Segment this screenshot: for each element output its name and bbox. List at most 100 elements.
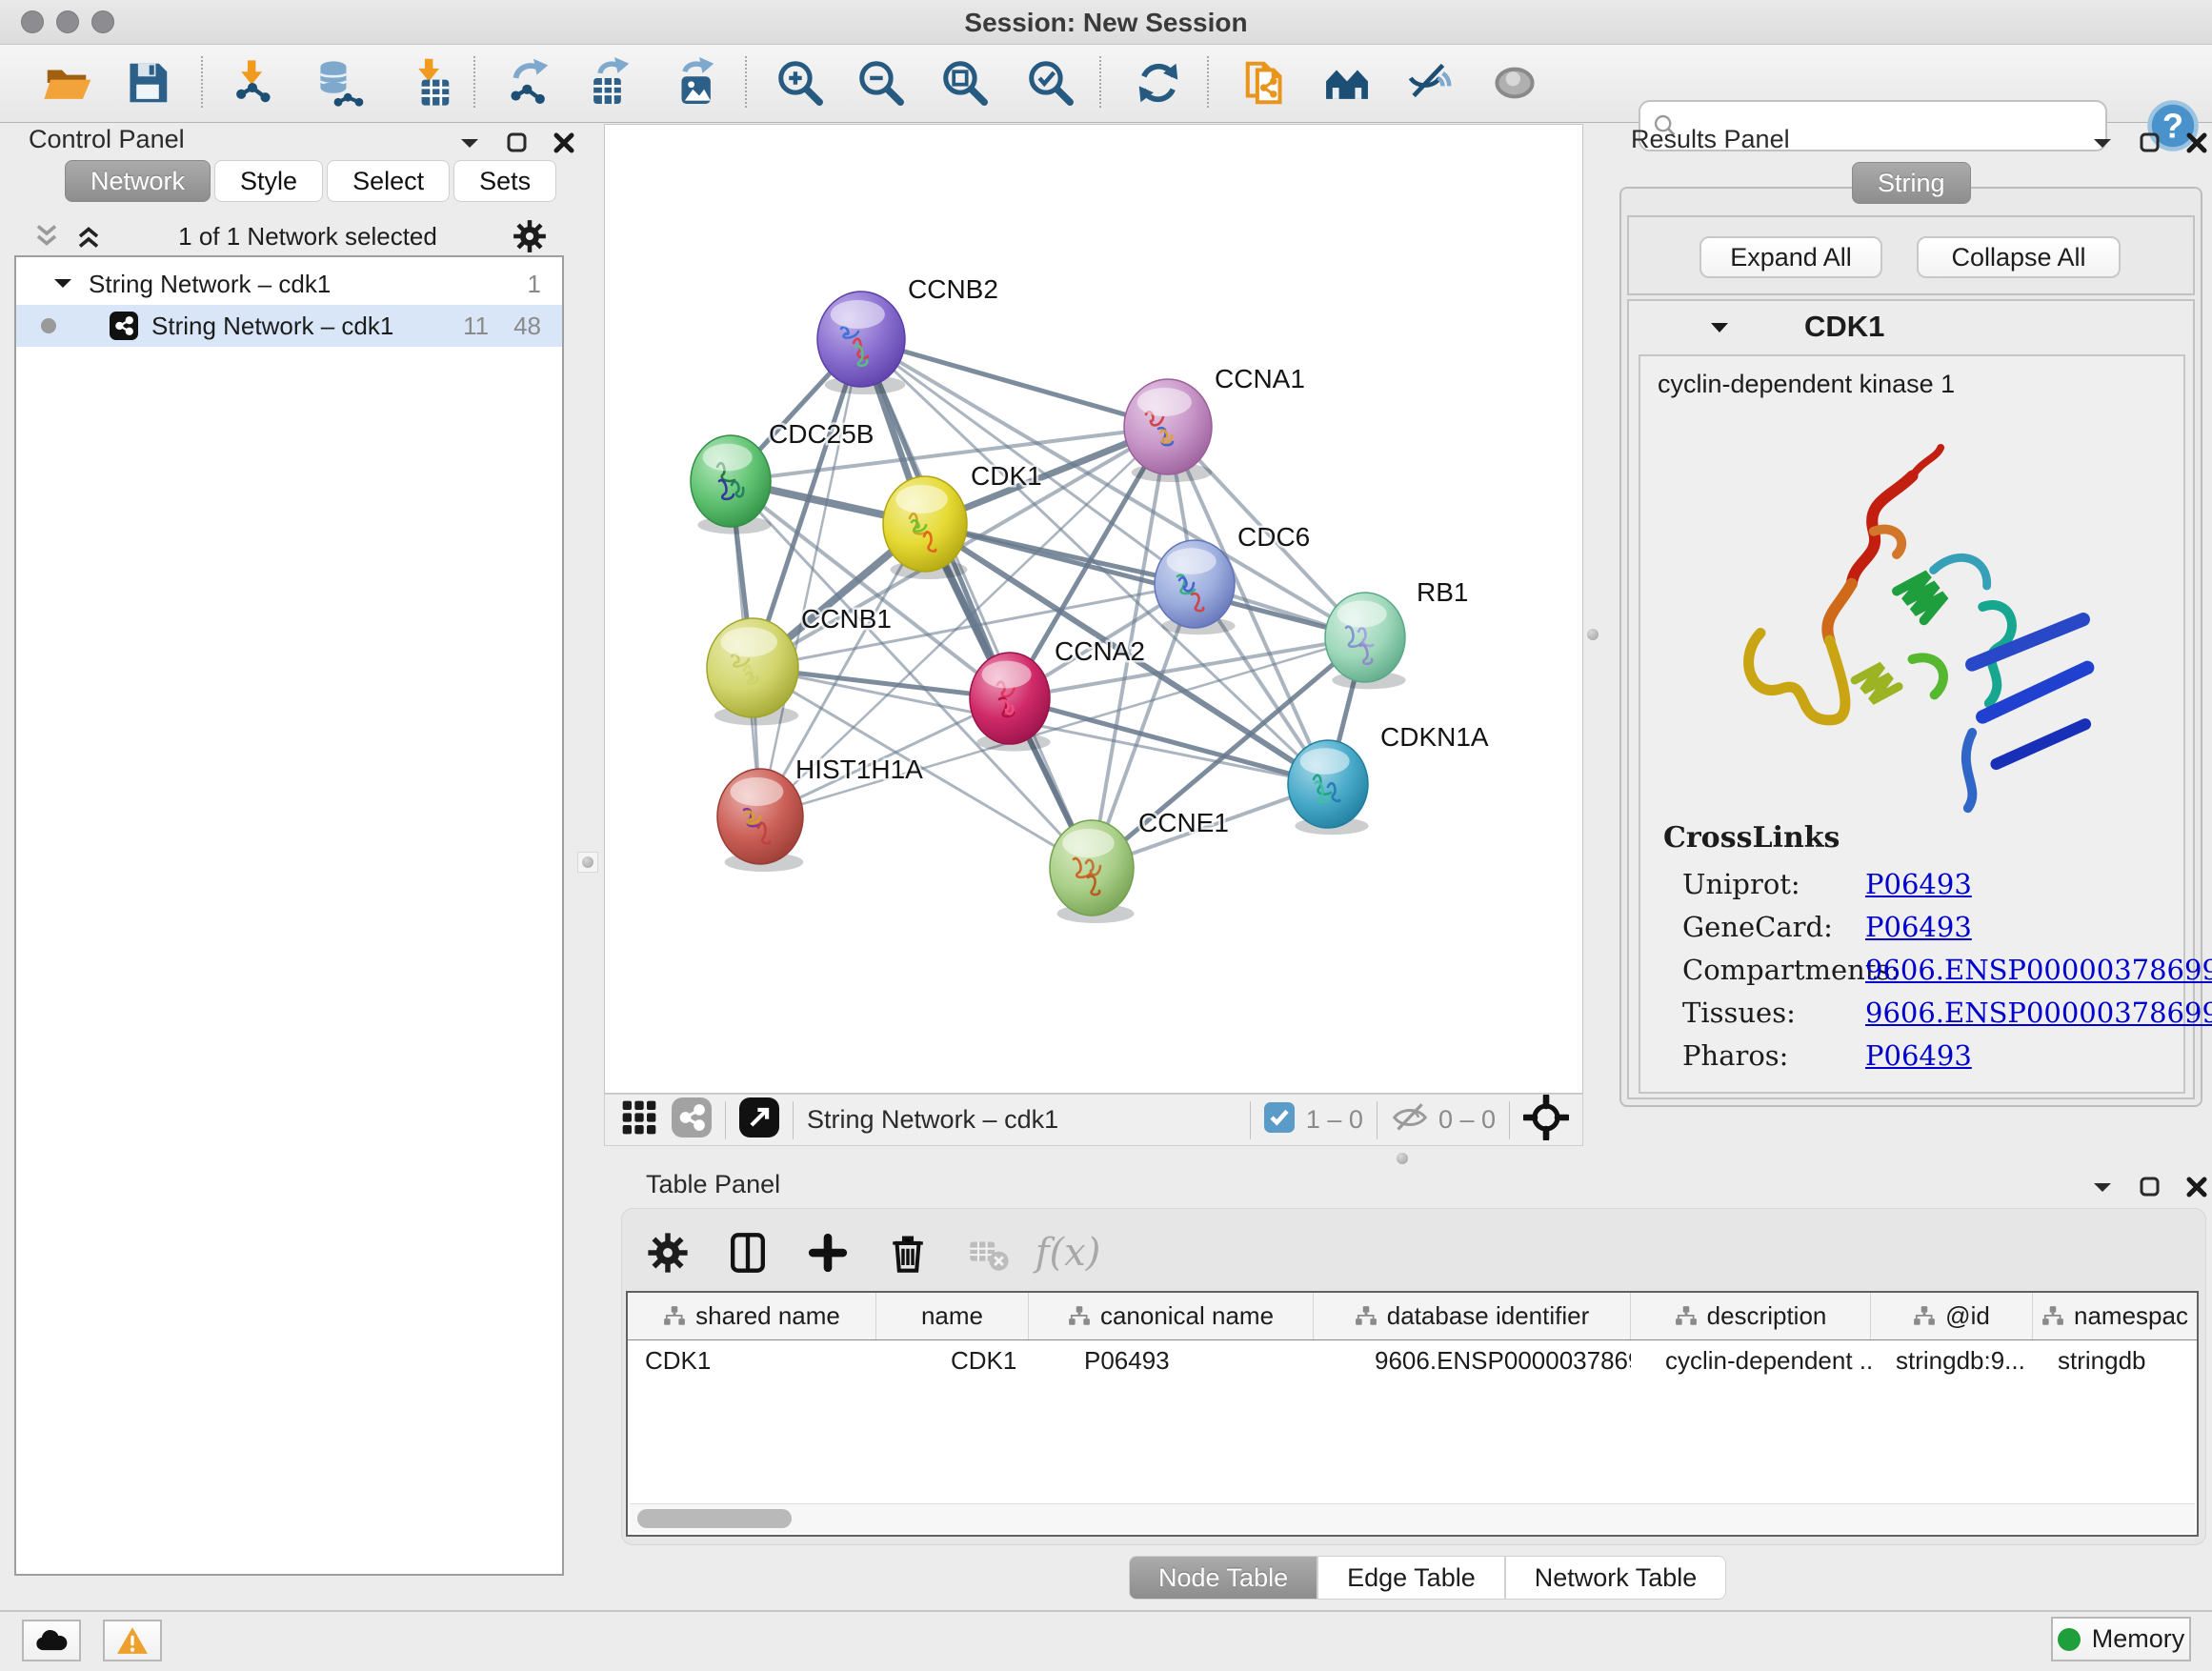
results-entry-header[interactable]: CDK1 xyxy=(1629,301,2193,352)
status-bar: Memory xyxy=(0,1610,2212,1671)
right-splitter-handle[interactable] xyxy=(1583,625,1602,644)
export-table-icon[interactable] xyxy=(574,50,645,116)
cloud-button[interactable] xyxy=(22,1620,81,1661)
delete-column-icon[interactable] xyxy=(881,1226,935,1279)
panel-close-icon[interactable] xyxy=(2185,131,2208,154)
column-header[interactable]: @id xyxy=(1871,1293,2033,1339)
panel-menu-icon[interactable] xyxy=(459,135,482,151)
tab-network-table[interactable]: Network Table xyxy=(1505,1556,1727,1600)
hide-panel-eye-icon[interactable] xyxy=(1395,50,1465,116)
panel-close-icon[interactable] xyxy=(2185,1176,2208,1198)
node-CDKN1A[interactable] xyxy=(1288,740,1369,835)
column-header[interactable]: canonical name xyxy=(1029,1293,1314,1339)
crosslink-value-link[interactable]: P06493 xyxy=(1865,863,1972,906)
edge-CCNB2-CCNE1[interactable] xyxy=(861,339,1092,868)
panel-float-icon[interactable] xyxy=(2140,1177,2161,1198)
node-CCNA1[interactable] xyxy=(1124,379,1212,482)
left-splitter-handle[interactable] xyxy=(577,852,598,873)
crosslink-value-link[interactable]: P06493 xyxy=(1865,1035,1972,1077)
zoom-fit-icon[interactable] xyxy=(930,50,1000,116)
export-network-icon[interactable] xyxy=(493,50,564,116)
table-horizontal-scrollbar[interactable] xyxy=(630,1503,2195,1533)
cell-name[interactable]: CDK1 xyxy=(876,1340,1029,1380)
panel-menu-icon[interactable] xyxy=(2092,1179,2115,1195)
tree-expander-icon[interactable] xyxy=(52,276,73,292)
node-CDK1[interactable] xyxy=(883,476,967,579)
import-network-icon[interactable] xyxy=(217,50,288,116)
node-CCNB1[interactable] xyxy=(707,618,798,725)
crosslink-value-link[interactable]: 9606.ENSP00000378699 xyxy=(1865,992,2212,1035)
node-HIST1H1A[interactable] xyxy=(717,769,803,872)
tab-select[interactable]: Select xyxy=(327,160,450,202)
collapse-all-chevron-icon[interactable] xyxy=(32,223,61,250)
edge-CCNB2-HIST1H1A[interactable] xyxy=(760,339,861,816)
zoom-selected-icon[interactable] xyxy=(1016,50,1086,116)
table-row[interactable]: CDK1 CDK1 P06493 9606.ENSP00000378699 cy… xyxy=(628,1340,2197,1380)
gear-icon[interactable] xyxy=(513,219,547,253)
column-header[interactable]: name xyxy=(876,1293,1029,1339)
window-title: Session: New Session xyxy=(0,8,2212,38)
open-in-window-icon[interactable] xyxy=(739,1097,779,1142)
export-image-icon[interactable] xyxy=(659,50,730,116)
expand-all-button[interactable]: Expand All xyxy=(1699,236,1882,278)
panel-float-icon[interactable] xyxy=(2140,132,2161,153)
tab-node-table[interactable]: Node Table xyxy=(1129,1556,1317,1600)
column-header[interactable]: description xyxy=(1631,1293,1871,1339)
show-columns-icon[interactable] xyxy=(721,1226,774,1279)
tab-style[interactable]: Style xyxy=(214,160,323,202)
memory-button[interactable]: Memory xyxy=(2051,1617,2191,1661)
column-header[interactable]: namespac xyxy=(2033,1293,2197,1339)
crosslink-value-link[interactable]: 9606.ENSP00000378699 xyxy=(1865,949,2212,992)
save-session-icon[interactable] xyxy=(112,50,183,116)
import-table-icon[interactable] xyxy=(394,50,465,116)
entry-collapse-icon[interactable] xyxy=(1709,319,1732,335)
node-CCNA2[interactable] xyxy=(970,653,1051,752)
grid-view-icon[interactable] xyxy=(620,1098,658,1141)
panel-close-icon[interactable] xyxy=(553,131,575,154)
clone-network-icon[interactable] xyxy=(1232,50,1302,116)
zoom-in-icon[interactable] xyxy=(765,50,835,116)
table-gear-icon[interactable] xyxy=(641,1226,694,1279)
cell-description[interactable]: cyclin-dependent ... xyxy=(1631,1340,1871,1380)
tab-edge-table[interactable]: Edge Table xyxy=(1317,1556,1505,1600)
cloud-icon xyxy=(34,1628,69,1653)
node-RB1[interactable] xyxy=(1325,593,1406,689)
import-database-icon[interactable] xyxy=(303,50,373,116)
column-header[interactable]: shared name xyxy=(628,1293,876,1339)
selected-nodes-checkbox-icon[interactable] xyxy=(1264,1102,1295,1137)
gene-name: CDK1 xyxy=(1804,310,1884,344)
hidden-eye-slash-icon[interactable] xyxy=(1391,1101,1429,1138)
scrollbar-thumb[interactable] xyxy=(637,1509,792,1528)
column-header[interactable]: database identifier xyxy=(1314,1293,1631,1339)
network-collection-row[interactable]: String Network – cdk1 1 xyxy=(16,263,562,305)
warning-button[interactable] xyxy=(103,1620,162,1661)
node-CDC6[interactable] xyxy=(1155,540,1236,634)
panel-menu-icon[interactable] xyxy=(2092,135,2115,151)
zoom-out-icon[interactable] xyxy=(846,50,916,116)
collapse-all-button[interactable]: Collapse All xyxy=(1917,236,2121,278)
horizontal-splitter-handle[interactable] xyxy=(1393,1149,1412,1168)
node-CDC25B[interactable] xyxy=(691,435,772,534)
network-share-icon[interactable] xyxy=(672,1097,712,1142)
open-session-icon[interactable] xyxy=(31,50,102,116)
cell-namespace[interactable]: stringdb xyxy=(2033,1340,2197,1380)
network-row-selected[interactable]: String Network – cdk1 11 48 xyxy=(16,305,562,347)
cell-canonical-name[interactable]: P06493 xyxy=(1029,1340,1314,1380)
crosslinks-list: Uniprot:P06493 GeneCard:P06493 Compartme… xyxy=(1682,863,2212,1077)
panel-float-icon[interactable] xyxy=(507,132,528,153)
crosslink-value-link[interactable]: P06493 xyxy=(1865,906,1972,949)
refresh-icon[interactable] xyxy=(1123,50,1194,116)
node-CCNE1[interactable] xyxy=(1050,820,1134,923)
tab-network[interactable]: Network xyxy=(65,160,211,202)
home-networks-icon[interactable] xyxy=(1312,50,1382,116)
node-CCNB2[interactable] xyxy=(817,292,905,394)
tab-string[interactable]: String xyxy=(1852,162,1971,204)
birdseye-crosshair-icon[interactable] xyxy=(1523,1095,1569,1145)
cell-database-identifier[interactable]: 9606.ENSP00000378699 xyxy=(1314,1340,1631,1380)
tab-sets[interactable]: Sets xyxy=(453,160,556,202)
expand-all-chevron-icon[interactable] xyxy=(74,223,103,250)
add-column-icon[interactable] xyxy=(801,1226,855,1279)
cell-id[interactable]: stringdb:9... xyxy=(1871,1340,2033,1380)
cell-shared-name[interactable]: CDK1 xyxy=(628,1340,876,1380)
network-view-canvas[interactable]: CCNB2CCNA1CDC25BCDK1CDC6RB1CCNB1CCNA2CDK… xyxy=(604,124,1583,1094)
